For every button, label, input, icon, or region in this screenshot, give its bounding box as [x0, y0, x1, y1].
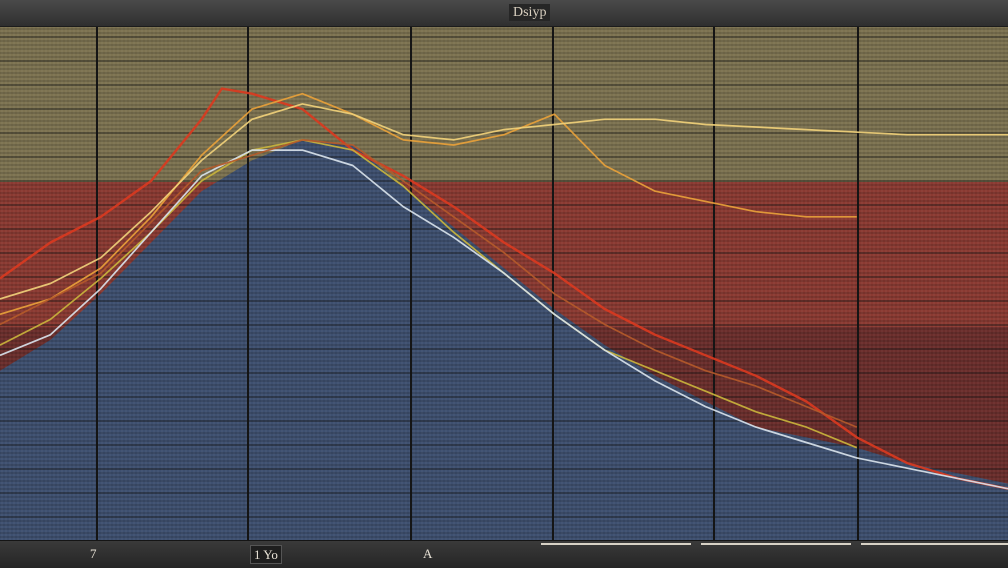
chart-window: Dsiyp 7 1 Yo A	[0, 0, 1008, 568]
bottom-rule	[541, 543, 1008, 545]
top-bar: Dsiyp	[0, 0, 1008, 27]
x-tick-label-2: 1 Yo	[250, 545, 282, 564]
texture-overlay	[0, 27, 1008, 540]
x-tick-label-1: 7	[90, 546, 97, 561]
x-tick-label-3: A	[423, 546, 433, 561]
plot-area	[0, 27, 1008, 540]
top-label: Dsiyp	[509, 4, 551, 21]
bottom-bar: 7 1 Yo A	[0, 540, 1008, 568]
